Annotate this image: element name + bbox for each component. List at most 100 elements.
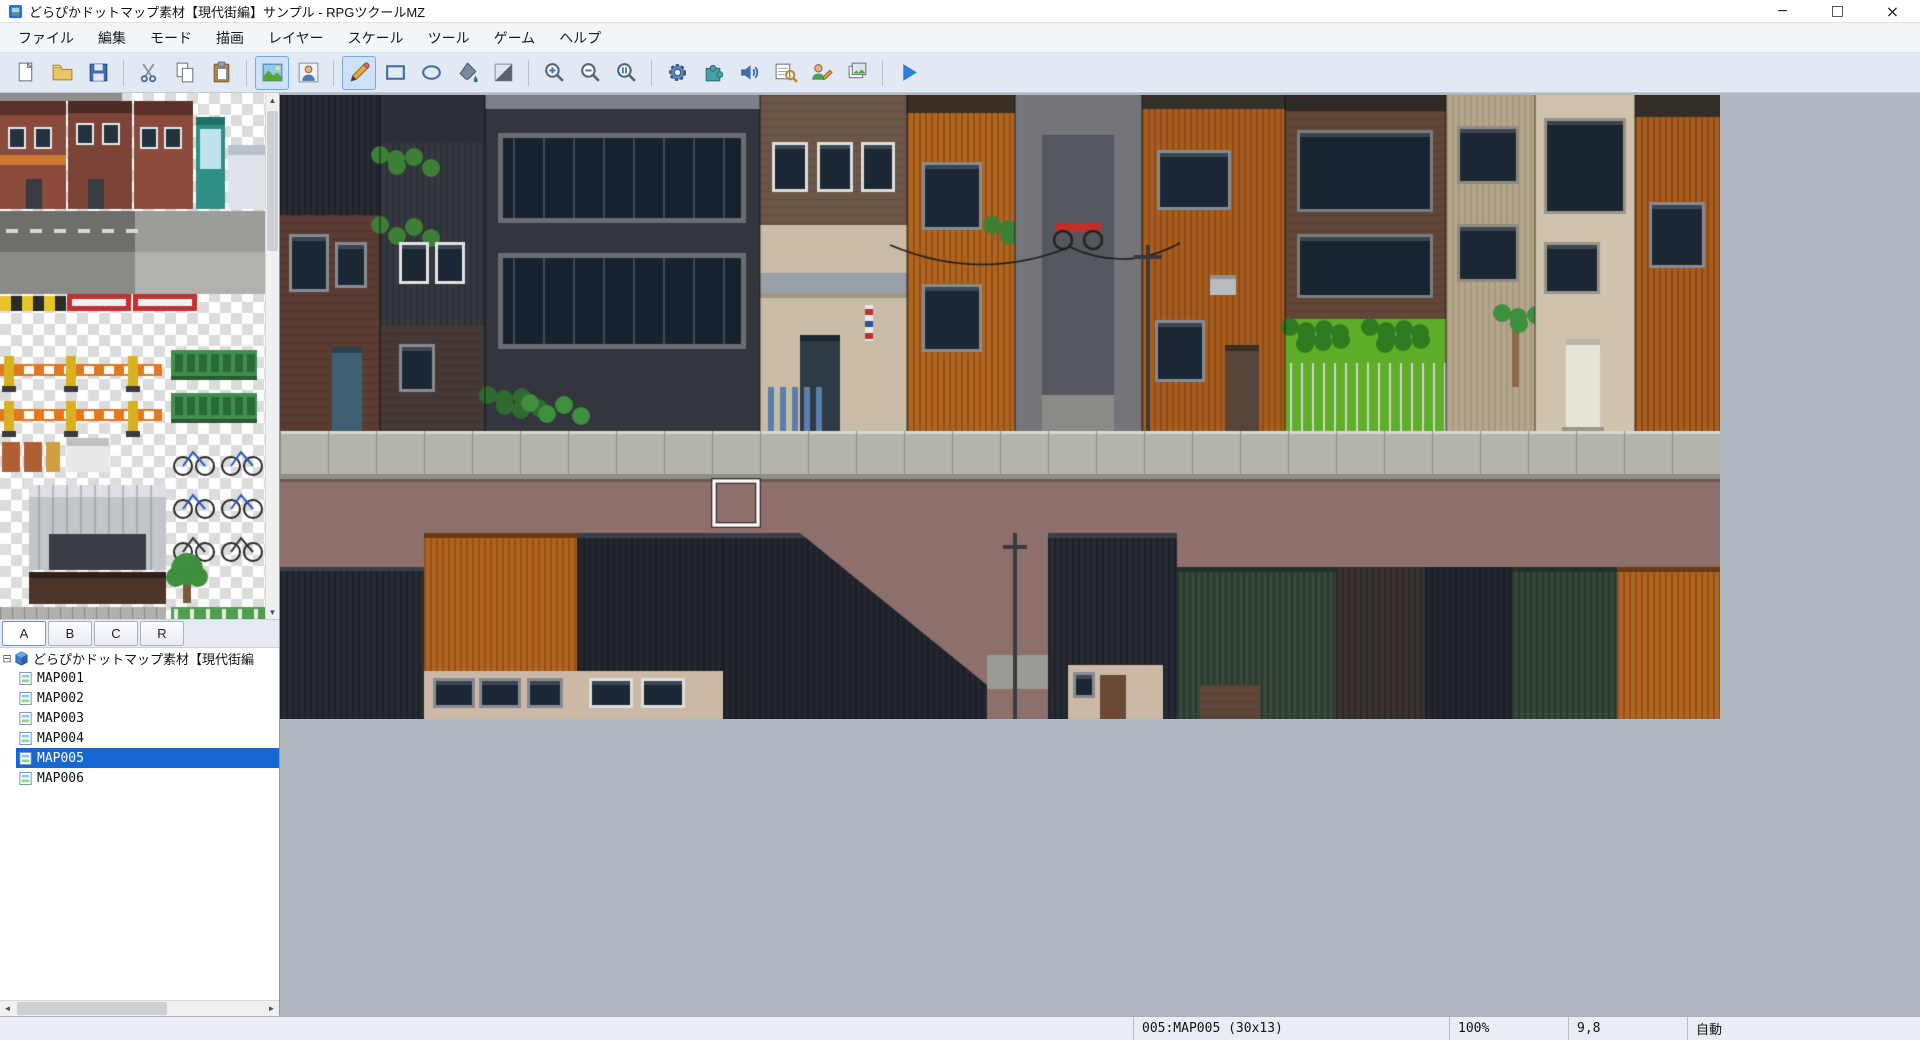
- palette-tab-a[interactable]: A: [2, 621, 46, 646]
- app-window: どらぴかドットマップ素材【現代街編】サンプル - RPGツクールMZ − □ ×…: [0, 0, 1920, 1040]
- playtest-button[interactable]: [891, 56, 925, 90]
- close-button[interactable]: ×: [1865, 0, 1920, 22]
- menubar: ファイル 編集 モード 描画 レイヤー スケール ツール ゲーム ヘルプ: [0, 23, 1920, 53]
- minimize-button[interactable]: −: [1755, 0, 1810, 22]
- maximize-button[interactable]: □: [1810, 0, 1865, 22]
- map-tree-root[interactable]: ⊟ どらぴかドットマップ素材【現代街編: [0, 648, 279, 668]
- fill-tool-button[interactable]: [450, 56, 484, 90]
- cut-button[interactable]: [132, 56, 166, 90]
- scroll-left-icon[interactable]: ◄: [0, 1001, 15, 1016]
- scroll-right-icon[interactable]: ►: [264, 1001, 279, 1016]
- content: ▲ ▼ A B C R ⊟ どらぴかドットマップ素材【現代街編: [0, 93, 1920, 1016]
- tileset-palette-canvas[interactable]: [0, 93, 265, 619]
- map-item-label: MAP004: [37, 731, 84, 746]
- palette-scroll-trough[interactable]: [266, 107, 279, 605]
- palette-tab-c[interactable]: C: [94, 621, 138, 646]
- copy-icon: [173, 60, 198, 85]
- window-title: どらぴかドットマップ素材【現代街編】サンプル - RPGツクールMZ: [29, 2, 425, 21]
- sound-test-button[interactable]: [732, 56, 766, 90]
- save-button[interactable]: [81, 56, 115, 90]
- tileset-palette[interactable]: ▲ ▼: [0, 93, 279, 619]
- map-tree-item-map003[interactable]: MAP003: [0, 708, 279, 728]
- menu-scale[interactable]: スケール: [336, 24, 416, 52]
- map-mode-icon: [260, 60, 285, 85]
- palette-tab-r[interactable]: R: [140, 621, 184, 646]
- palette-vertical-scrollbar[interactable]: ▲ ▼: [265, 93, 279, 619]
- rectangle-tool-button[interactable]: [378, 56, 412, 90]
- character-generator-icon: [809, 60, 834, 85]
- open-folder-button[interactable]: [45, 56, 79, 90]
- menu-draw[interactable]: 描画: [204, 24, 256, 52]
- menu-tools[interactable]: ツール: [416, 24, 482, 52]
- toolbar-separator: [528, 60, 529, 86]
- palette-tabs: A B C R: [0, 619, 279, 648]
- toolbar-separator: [651, 60, 652, 86]
- sound-test-icon: [737, 60, 762, 85]
- menu-file[interactable]: ファイル: [6, 24, 86, 52]
- character-generator-button[interactable]: [804, 56, 838, 90]
- toolbar-separator: [123, 60, 124, 86]
- map-tree-item-map002[interactable]: MAP002: [0, 688, 279, 708]
- event-searcher-button[interactable]: [768, 56, 802, 90]
- map-icon: [18, 671, 33, 686]
- event-searcher-icon: [773, 60, 798, 85]
- map-canvas[interactable]: [280, 95, 1720, 719]
- zoom-in-button[interactable]: [537, 56, 571, 90]
- menu-game[interactable]: ゲーム: [482, 24, 548, 52]
- left-panel: ▲ ▼ A B C R ⊟ どらぴかドットマップ素材【現代街編: [0, 93, 280, 1016]
- event-mode-button[interactable]: [291, 56, 325, 90]
- map-item-label: MAP005: [37, 751, 84, 766]
- resource-manager-button[interactable]: [840, 56, 874, 90]
- paste-button[interactable]: [204, 56, 238, 90]
- map-tree: ⊟ どらぴかドットマップ素材【現代街編 MAP001 MAP002 MAP003…: [0, 648, 279, 1000]
- zoom-actual-button[interactable]: [609, 56, 643, 90]
- map-tree-root-label: どらぴかドットマップ素材【現代街編: [33, 649, 254, 668]
- new-file-button[interactable]: [9, 56, 43, 90]
- statusbar-zoom: 100%: [1449, 1017, 1568, 1040]
- database-button[interactable]: [660, 56, 694, 90]
- statusbar-coords: 9,8: [1568, 1017, 1687, 1040]
- map-tree-item-map001[interactable]: MAP001: [0, 668, 279, 688]
- zoom-out-button[interactable]: [573, 56, 607, 90]
- statusbar-map-info: 005:MAP005 (30x13): [1133, 1017, 1449, 1040]
- shadow-tool-button[interactable]: [486, 56, 520, 90]
- scroll-up-icon[interactable]: ▲: [266, 93, 279, 107]
- toolbar-separator: [246, 60, 247, 86]
- ellipse-tool-button[interactable]: [414, 56, 448, 90]
- statusbar-mode: 自動: [1687, 1017, 1920, 1040]
- map-item-label: MAP002: [37, 691, 84, 706]
- event-mode-icon: [296, 60, 321, 85]
- tree-horizontal-scrollbar[interactable]: ◄ ►: [0, 1000, 279, 1016]
- toolbar-separator: [882, 60, 883, 86]
- map-icon: [18, 771, 33, 786]
- map-mode-button[interactable]: [255, 56, 289, 90]
- toolbar-separator: [333, 60, 334, 86]
- tree-scroll-thumb[interactable]: [17, 1002, 167, 1015]
- pencil-tool-button[interactable]: [342, 56, 376, 90]
- scroll-down-icon[interactable]: ▼: [266, 605, 279, 619]
- statusbar-spacer: [0, 1017, 1133, 1040]
- new-file-icon: [14, 60, 39, 85]
- palette-tab-b[interactable]: B: [48, 621, 92, 646]
- map-tree-item-map006[interactable]: MAP006: [0, 768, 279, 788]
- plugin-manager-button[interactable]: [696, 56, 730, 90]
- database-icon: [665, 60, 690, 85]
- map-icon: [18, 751, 33, 766]
- tree-scroll-trough[interactable]: [15, 1001, 264, 1016]
- map-tree-item-map004[interactable]: MAP004: [0, 728, 279, 748]
- project-icon: [14, 651, 29, 666]
- menu-edit[interactable]: 編集: [86, 24, 138, 52]
- fill-tool-icon: [455, 60, 480, 85]
- zoom-actual-icon: [614, 60, 639, 85]
- toolbar: [0, 53, 1920, 93]
- copy-button[interactable]: [168, 56, 202, 90]
- map-editor-area[interactable]: [280, 93, 1920, 1016]
- menu-help[interactable]: ヘルプ: [547, 24, 613, 52]
- menu-layer[interactable]: レイヤー: [256, 24, 336, 52]
- palette-scroll-thumb[interactable]: [267, 111, 278, 251]
- map-tree-item-map005[interactable]: MAP005: [0, 748, 279, 768]
- app-icon: [8, 4, 23, 19]
- plugin-manager-icon: [701, 60, 726, 85]
- menu-mode[interactable]: モード: [138, 24, 204, 52]
- collapse-icon[interactable]: ⊟: [0, 652, 14, 665]
